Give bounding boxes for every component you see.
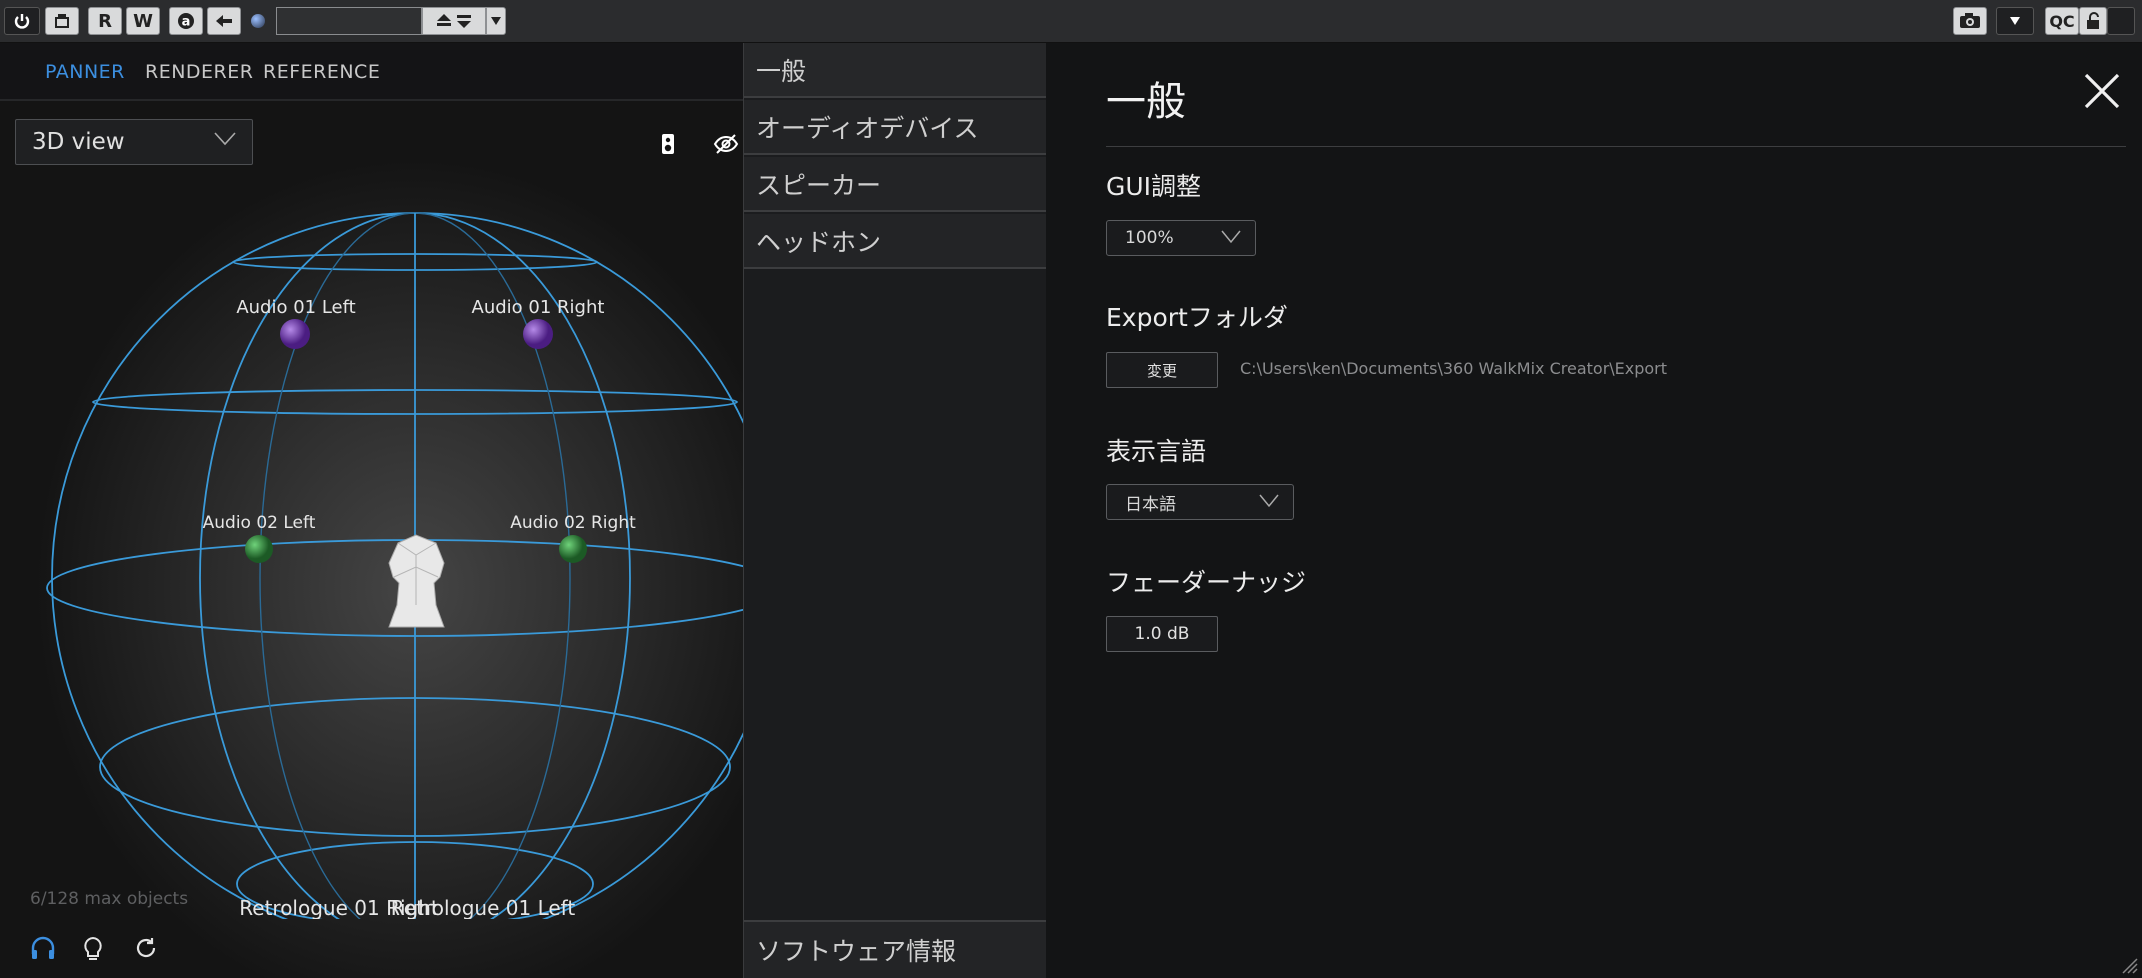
panner-tab-bar: PANNER RENDERER REFERENCE bbox=[0, 43, 743, 101]
arrow-left-icon bbox=[216, 15, 232, 27]
caret-down-icon bbox=[491, 17, 501, 25]
fader-nudge-label: フェーダーナッジ bbox=[1106, 568, 1307, 597]
3d-sphere-view[interactable]: Audio 01 Left Audio 01 Right Audio 02 Le… bbox=[0, 99, 743, 919]
change-folder-button[interactable]: 変更 bbox=[1106, 352, 1218, 388]
category-speaker[interactable]: スピーカー bbox=[744, 157, 1046, 212]
object-audio-02-left[interactable] bbox=[245, 535, 273, 563]
settings-category-list: 一般 オーディオデバイス スピーカー ヘッドホン ソフトウェア情報 bbox=[743, 43, 1047, 978]
listener-head-icon bbox=[388, 534, 445, 628]
write-automation-button[interactable]: W bbox=[126, 7, 160, 35]
qc-button[interactable]: QC bbox=[2045, 7, 2079, 35]
category-software-info[interactable]: ソフトウェア情報 bbox=[744, 920, 1046, 978]
object-audio-02-right[interactable] bbox=[559, 535, 587, 563]
preset-name-field[interactable] bbox=[276, 7, 422, 35]
toggle-button[interactable] bbox=[2107, 7, 2135, 35]
gui-scale-select[interactable]: 100% bbox=[1106, 220, 1256, 256]
object-label: Audio 01 Left bbox=[236, 297, 355, 318]
category-headphones[interactable]: ヘッドホン bbox=[744, 214, 1046, 269]
preset-up-down-buttons[interactable] bbox=[422, 7, 486, 35]
unlock-icon bbox=[2087, 12, 2099, 29]
divider bbox=[1106, 146, 2126, 147]
lock-button[interactable] bbox=[2079, 7, 2107, 35]
back-button[interactable] bbox=[207, 7, 241, 35]
gui-scale-value: 100% bbox=[1125, 228, 1174, 248]
category-audio-device[interactable]: オーディオデバイス bbox=[744, 100, 1046, 155]
options-dropdown[interactable] bbox=[1996, 7, 2034, 35]
host-toolbar: R W a QC bbox=[0, 0, 2142, 43]
chevron-down-icon bbox=[1259, 494, 1279, 508]
display-language-select[interactable]: 日本語 bbox=[1106, 484, 1294, 520]
arrow-up-icon bbox=[437, 14, 451, 26]
preset-menu-button[interactable] bbox=[486, 7, 506, 35]
export-folder-label: Exportフォルダ bbox=[1106, 303, 1288, 332]
lightbulb-icon[interactable] bbox=[82, 936, 104, 962]
tab-panner[interactable]: PANNER bbox=[45, 61, 125, 83]
close-icon[interactable] bbox=[2080, 69, 2124, 113]
display-language-label: 表示言語 bbox=[1106, 437, 1207, 466]
compare-icon bbox=[55, 14, 69, 28]
status-led-icon bbox=[251, 14, 265, 28]
object-audio-01-right[interactable] bbox=[523, 319, 553, 349]
refresh-icon[interactable] bbox=[134, 936, 158, 960]
resize-grip-icon[interactable] bbox=[2118, 954, 2138, 974]
page-title: 一般 bbox=[1106, 79, 1186, 125]
arrow-down-icon bbox=[457, 15, 471, 28]
gui-scale-label: GUI調整 bbox=[1106, 172, 1202, 201]
object-label: Retrologue 01 Left bbox=[391, 896, 576, 919]
object-label: Audio 02 Left bbox=[203, 513, 316, 533]
object-label: Audio 01 Right bbox=[472, 297, 605, 318]
fader-nudge-field[interactable]: 1.0 dB bbox=[1106, 616, 1218, 652]
export-folder-path: C:\Users\ken\Documents\360 WalkMix Creat… bbox=[1240, 359, 1668, 378]
power-button[interactable] bbox=[4, 7, 40, 35]
object-audio-01-left[interactable] bbox=[280, 319, 310, 349]
tab-renderer[interactable]: RENDERER bbox=[145, 61, 253, 83]
category-general[interactable]: 一般 bbox=[744, 43, 1046, 98]
power-icon bbox=[14, 14, 30, 29]
display-language-value: 日本語 bbox=[1125, 494, 1176, 515]
auto-button[interactable]: a bbox=[169, 7, 203, 35]
tab-reference[interactable]: REFERENCE bbox=[263, 61, 380, 83]
settings-panel: 一般 GUI調整 100% Exportフォルダ 変更 C:\Users\ken… bbox=[1046, 43, 2142, 978]
object-count-label: 6/128 max objects bbox=[30, 889, 189, 909]
svg-text:a: a bbox=[182, 15, 191, 30]
bypass-button[interactable] bbox=[45, 7, 79, 35]
snapshot-button[interactable] bbox=[1953, 7, 1987, 35]
read-automation-button[interactable]: R bbox=[88, 7, 122, 35]
auto-icon: a bbox=[178, 13, 194, 30]
panner-panel: PANNER RENDERER REFERENCE 3D view Audio … bbox=[0, 43, 743, 978]
headphones-icon[interactable] bbox=[30, 936, 56, 960]
chevron-down-icon bbox=[1221, 230, 1241, 244]
camera-icon bbox=[1960, 13, 1980, 28]
object-label: Audio 02 Right bbox=[510, 513, 636, 533]
caret-down-icon bbox=[2010, 17, 2020, 25]
